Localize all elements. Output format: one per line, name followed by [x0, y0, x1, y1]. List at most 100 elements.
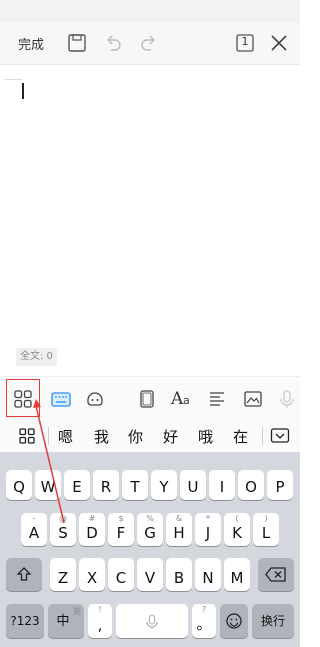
key-a[interactable]: -A — [21, 513, 47, 546]
key-u[interactable]: U — [180, 470, 206, 500]
key-label: W — [40, 478, 56, 496]
key-e[interactable]: E — [64, 470, 90, 500]
key-w[interactable]: W — [35, 470, 61, 500]
key-q[interactable]: Q — [6, 470, 32, 500]
page-frame-icon[interactable] — [136, 388, 158, 410]
key-sublabel: ) — [264, 514, 268, 523]
key-label: G — [144, 524, 156, 542]
emoji-icon[interactable] — [84, 388, 106, 410]
numbers-key[interactable]: ?123 — [6, 604, 44, 638]
candidate-word[interactable]: 在 — [233, 426, 248, 447]
key-label: ?123 — [10, 614, 40, 628]
key-label: R — [100, 478, 112, 496]
key-label: U — [187, 478, 199, 496]
key-p[interactable]: P — [267, 470, 293, 500]
collapse-keyboard-icon[interactable] — [270, 427, 290, 449]
page-count-icon[interactable]: 1 — [234, 32, 256, 54]
candidate-menu-icon[interactable] — [18, 427, 36, 449]
key-j[interactable]: * J — [195, 513, 221, 546]
key-l[interactable]: ) L — [253, 513, 279, 546]
key-r[interactable]: R — [93, 470, 119, 500]
candidate-word[interactable]: 我 — [94, 426, 109, 447]
key-label: O — [245, 478, 257, 496]
shift-key[interactable] — [6, 558, 42, 591]
key-label: T — [130, 478, 140, 496]
period-key[interactable]: ? 。 — [192, 604, 216, 638]
page-count: 1 — [241, 35, 249, 48]
editor-area[interactable] — [0, 65, 300, 345]
font-style-icon[interactable]: A a — [170, 388, 192, 410]
key-sublabel: @ — [59, 514, 67, 523]
backspace-key[interactable] — [258, 558, 294, 591]
key-g[interactable]: % G — [137, 513, 163, 546]
margin-mark — [4, 79, 22, 80]
key-label: N — [202, 569, 214, 587]
key-i[interactable]: I — [209, 470, 235, 500]
key-label: I — [219, 478, 225, 496]
candidate-word[interactable]: 嗯 — [58, 426, 73, 447]
key-sublabel: ( — [235, 514, 239, 523]
key-k[interactable]: (K — [224, 513, 250, 546]
apps-grid-icon[interactable] — [12, 388, 34, 410]
word-count-badge: 全文: 0 — [16, 348, 57, 366]
key-label: D — [86, 524, 98, 542]
key-label: B — [173, 569, 185, 587]
key-label: , — [97, 616, 103, 634]
key-label: A — [28, 524, 40, 542]
key-label: 换行 — [260, 614, 285, 628]
align-icon[interactable] — [206, 388, 228, 410]
key-label: C — [115, 569, 127, 587]
status-bar — [0, 0, 300, 22]
key-label: S — [58, 524, 68, 542]
space-key[interactable] — [116, 604, 188, 638]
key-o[interactable]: O — [238, 470, 264, 500]
comma-key[interactable]: ! , — [88, 604, 112, 638]
candidate-word[interactable]: 哦 — [198, 426, 213, 447]
candidate-divider — [48, 427, 49, 445]
key-v[interactable]: V — [137, 558, 163, 591]
key-t[interactable]: T — [122, 470, 148, 500]
undo-icon[interactable] — [102, 32, 124, 54]
key-sublabel: # — [88, 514, 96, 523]
key-label: M — [230, 569, 244, 587]
key-m[interactable]: M — [224, 558, 250, 591]
key-sublabel: - — [32, 514, 36, 523]
mic-icon[interactable] — [276, 388, 298, 410]
key-n[interactable]: N — [195, 558, 221, 591]
key-label: Z — [57, 569, 69, 587]
key-sublabel: & — [175, 514, 183, 523]
redo-icon[interactable] — [138, 32, 160, 54]
key-s[interactable]: @ S — [50, 513, 76, 546]
mic-icon — [146, 614, 158, 629]
key-f[interactable]: $ F — [108, 513, 134, 546]
key-z[interactable]: Z — [50, 558, 76, 591]
key-x[interactable]: X — [79, 558, 105, 591]
candidate-word[interactable]: 你 — [128, 426, 143, 447]
image-icon[interactable] — [242, 388, 264, 410]
key-h[interactable]: & H — [166, 513, 192, 546]
key-sublabel: ! — [98, 605, 102, 614]
close-icon[interactable] — [268, 32, 290, 54]
keyboard-icon[interactable] — [50, 388, 72, 410]
save-icon[interactable] — [66, 32, 88, 54]
key-y[interactable]: Y — [151, 470, 177, 500]
key-label: K — [232, 524, 242, 542]
key-b[interactable]: B — [166, 558, 192, 591]
language-key[interactable]: 英 中 — [48, 604, 84, 638]
key-d[interactable]: # D — [79, 513, 105, 546]
key-sublabel: $ — [118, 514, 124, 523]
key-c[interactable]: C — [108, 558, 134, 591]
key-label: Q — [13, 478, 25, 496]
enter-key[interactable]: 换行 — [252, 604, 294, 638]
keyboard: Q W E R T Y U I O P -A @ S # D $ F % G & H * J… — [0, 452, 300, 647]
text-cursor — [22, 83, 24, 99]
key-label: X — [86, 569, 98, 587]
top-toolbar: 完成 1 — [0, 22, 300, 64]
candidate-word[interactable]: 好 — [163, 426, 178, 447]
emoji-key[interactable] — [220, 604, 248, 638]
candidate-divider — [262, 427, 263, 445]
done-button[interactable]: 完成 — [18, 34, 44, 53]
smiley-icon — [226, 613, 242, 629]
format-toolbar: A a — [0, 376, 300, 422]
shift-icon — [16, 567, 32, 581]
